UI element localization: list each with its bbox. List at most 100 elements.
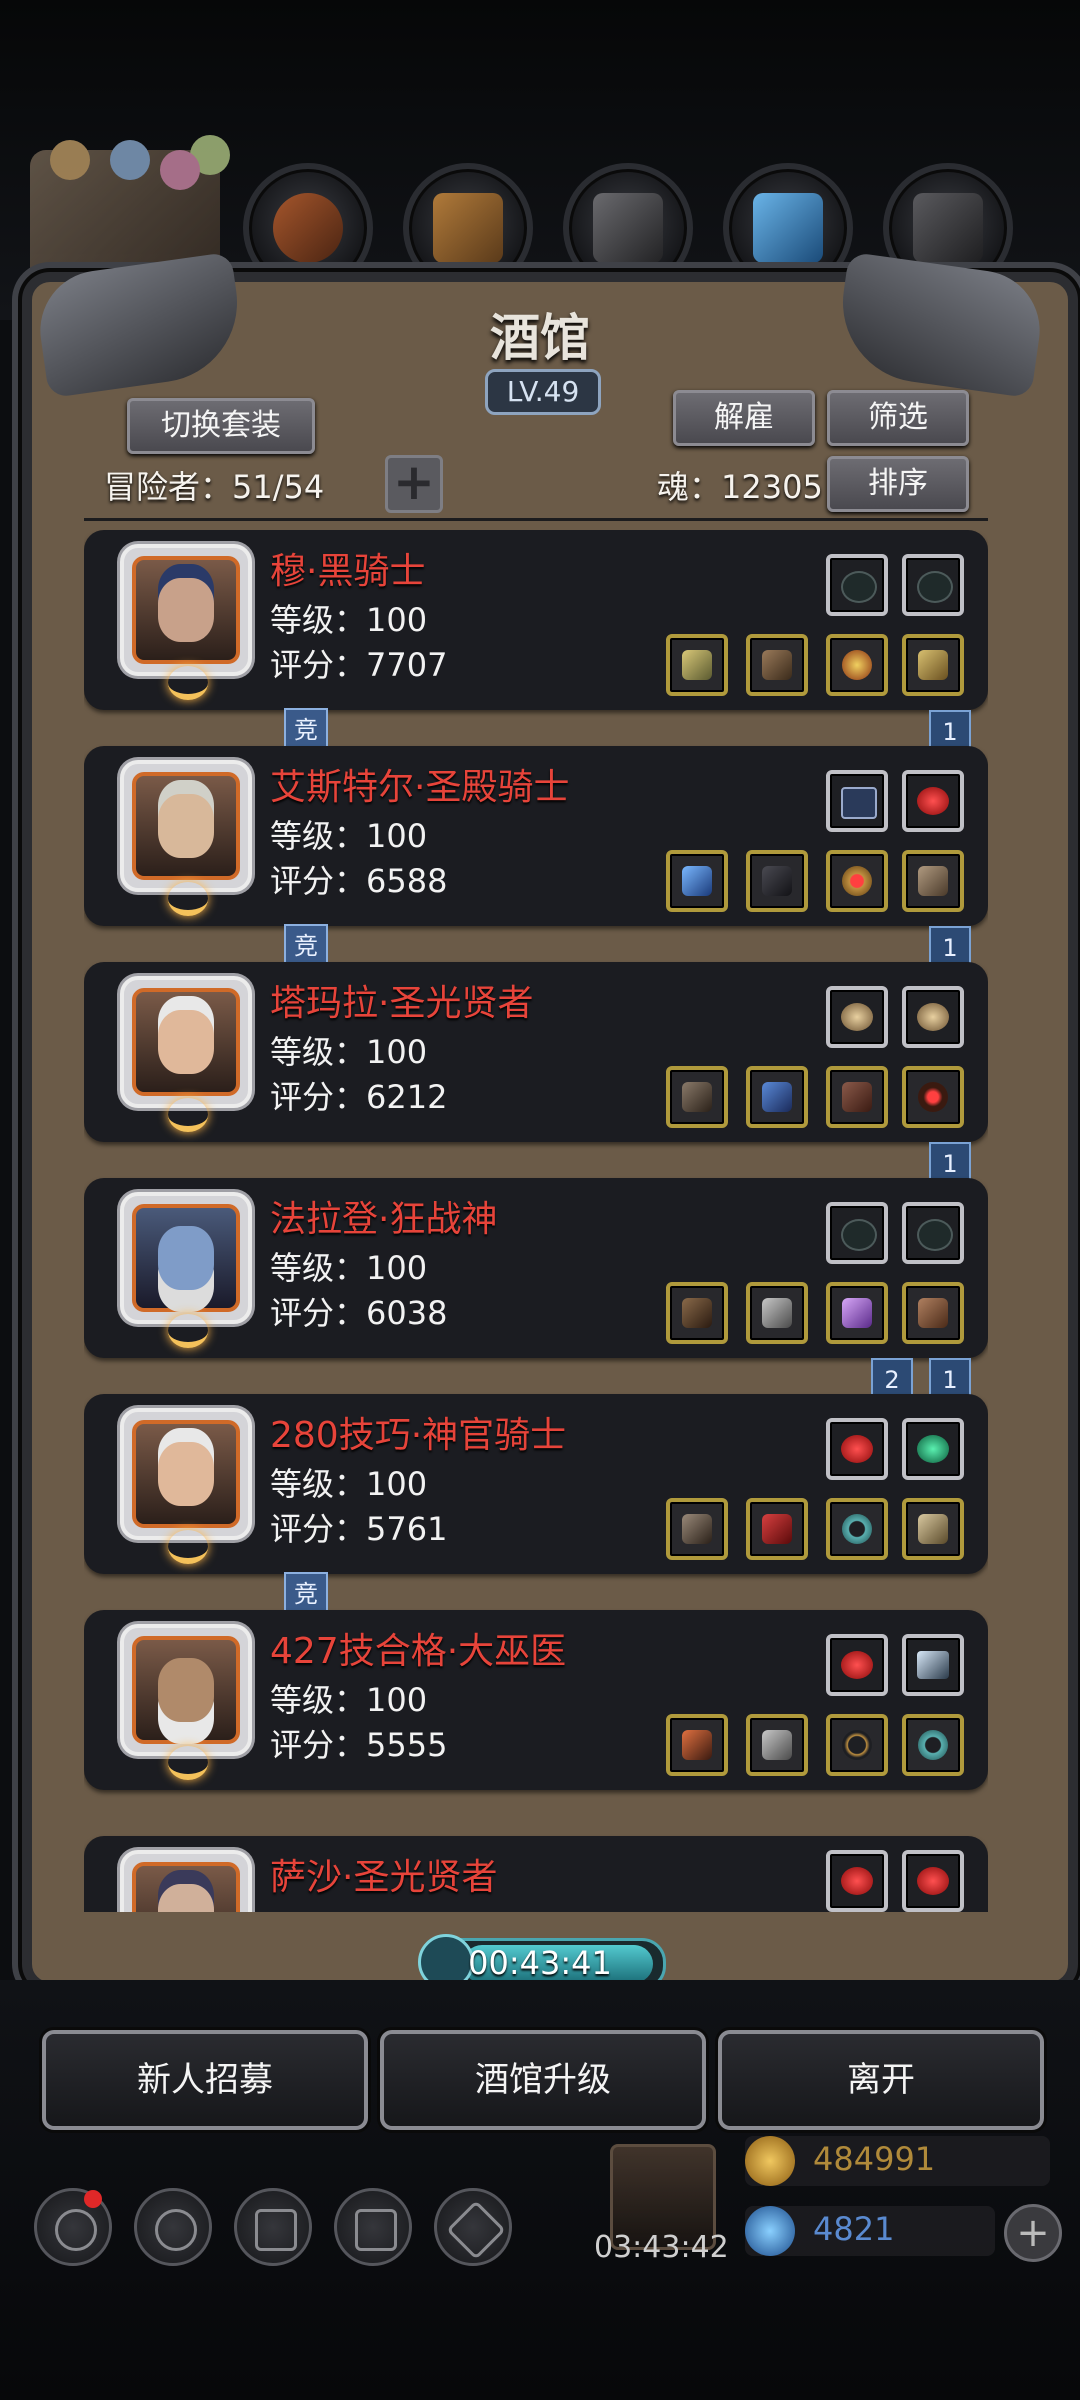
moon-icon xyxy=(168,1098,208,1132)
hero-name: 塔玛拉·圣光贤者 xyxy=(270,983,534,1024)
map-icon[interactable] xyxy=(434,2188,512,2266)
scroll-icon[interactable] xyxy=(902,634,964,696)
gem-value: 4821 xyxy=(813,2210,895,2248)
hero-level: 等级：100 xyxy=(270,1465,428,1503)
filter-button[interactable]: 筛选 xyxy=(827,390,969,446)
accessory-icon[interactable] xyxy=(826,634,888,696)
hero-card[interactable]: 法拉登·狂战神 等级：100 评分：6038 xyxy=(84,1178,988,1358)
hero-portrait[interactable] xyxy=(120,976,252,1132)
gem-slot[interactable] xyxy=(826,1202,888,1264)
moon-icon xyxy=(168,1530,208,1564)
card-slot[interactable] xyxy=(826,770,888,832)
moon-icon xyxy=(168,1314,208,1348)
hero-card[interactable]: 427技合格·大巫医 等级：100 评分：5555 xyxy=(84,1610,988,1790)
soul-count: 魂：12305 xyxy=(657,468,823,506)
hero-score: 评分：5555 xyxy=(270,1726,448,1764)
moon-icon xyxy=(168,1746,208,1780)
hero-name: 法拉登·狂战神 xyxy=(270,1199,498,1240)
hero-list[interactable]: 穆·黑骑士 等级：100 评分：7707 竞 1 艾斯特尔·圣殿骑士 等级：10… xyxy=(84,530,988,1912)
hero-level: 等级：100 xyxy=(270,1681,428,1719)
cloak-icon[interactable] xyxy=(746,1066,808,1128)
hero-card[interactable]: 艾斯特尔·圣殿骑士 等级：100 评分：6588 xyxy=(84,746,988,926)
armor-icon[interactable] xyxy=(746,1714,808,1776)
hero-portrait[interactable] xyxy=(120,1624,252,1780)
ruby-icon[interactable] xyxy=(826,1418,888,1480)
spear-icon[interactable] xyxy=(666,1282,728,1344)
hero-portrait[interactable] xyxy=(120,1850,252,1912)
gift-timer: 03:43:42 xyxy=(594,2230,729,2265)
leave-button[interactable]: 离开 xyxy=(718,2030,1044,2130)
upgrade-tavern-button[interactable]: 酒馆升级 xyxy=(380,2030,706,2130)
hero-card[interactable]: 塔玛拉·圣光贤者 等级：100 评分：6212 xyxy=(84,962,988,1142)
staff-icon[interactable] xyxy=(666,1066,728,1128)
hammer-icon[interactable] xyxy=(666,850,728,912)
hero-portrait[interactable] xyxy=(120,760,252,916)
ring-icon[interactable] xyxy=(826,1498,888,1560)
hero-portrait[interactable] xyxy=(120,1192,252,1348)
compass-icon[interactable] xyxy=(826,986,888,1048)
gem-slot[interactable] xyxy=(826,554,888,616)
hero-score: 评分：5761 xyxy=(270,1510,448,1548)
switch-outfit-button[interactable]: 切换套装 xyxy=(127,398,315,454)
mask-icon[interactable] xyxy=(902,850,964,912)
hero-card[interactable]: 280技巧·神官骑士 等级：100 评分：5761 xyxy=(84,1394,988,1574)
weapon-icon[interactable] xyxy=(666,634,728,696)
emblem-icon[interactable] xyxy=(902,1634,964,1696)
gold-coin-icon xyxy=(745,2136,795,2186)
title-plate: 酒馆 xyxy=(390,280,690,370)
hero-level: 等级：100 xyxy=(270,1033,428,1071)
ruby-icon[interactable] xyxy=(902,1850,964,1912)
hero-name: 萨沙·圣光贤者 xyxy=(270,1857,498,1898)
dismiss-button[interactable]: 解雇 xyxy=(673,390,815,446)
ruby-icon[interactable] xyxy=(826,1634,888,1696)
hero-score: 评分：7707 xyxy=(270,646,448,684)
hero-score: 评分：6588 xyxy=(270,862,448,900)
moon-icon xyxy=(168,882,208,916)
hero-name: 280技巧·神官骑士 xyxy=(270,1415,567,1456)
hero-card[interactable]: 穆·黑骑士 等级：100 评分：7707 xyxy=(84,530,988,710)
gauntlet-icon[interactable] xyxy=(902,1282,964,1344)
gem-counter: 4821 xyxy=(745,2206,995,2256)
necklace-icon[interactable] xyxy=(902,1066,964,1128)
rune-icon[interactable] xyxy=(826,1282,888,1344)
expand-capacity-button[interactable]: + xyxy=(385,455,443,513)
armor-icon[interactable] xyxy=(746,634,808,696)
hero-card[interactable]: 萨沙·圣光贤者 xyxy=(84,1836,988,1912)
gem-slot[interactable] xyxy=(902,554,964,616)
staff-icon[interactable] xyxy=(666,1714,728,1776)
mail-icon[interactable] xyxy=(334,2188,412,2266)
ruby-icon[interactable] xyxy=(902,770,964,832)
adventurer-count: 冒险者：51/54 xyxy=(104,468,325,506)
moon-icon xyxy=(168,666,208,700)
gold-counter: 484991 xyxy=(745,2136,1050,2186)
hero-score: 评分：6038 xyxy=(270,1294,448,1332)
recruit-button[interactable]: 新人招募 xyxy=(42,2030,368,2130)
claw-icon[interactable] xyxy=(902,1498,964,1560)
sort-button[interactable]: 排序 xyxy=(827,456,969,512)
page-title: 酒馆 xyxy=(490,308,590,367)
emerald-icon[interactable] xyxy=(902,1418,964,1480)
hero-portrait[interactable] xyxy=(120,544,252,700)
tavern-level-badge: LV.49 xyxy=(485,369,601,415)
hero-level: 等级：100 xyxy=(270,601,428,639)
hero-name: 427技合格·大巫医 xyxy=(270,1631,567,1672)
necklace-icon[interactable] xyxy=(826,1714,888,1776)
hero-level: 等级：100 xyxy=(270,1249,428,1287)
compass-icon[interactable] xyxy=(902,986,964,1048)
hero-score: 评分：6212 xyxy=(270,1078,448,1116)
gem-slot[interactable] xyxy=(902,1202,964,1264)
rune-icon[interactable] xyxy=(234,2188,312,2266)
boots-icon[interactable] xyxy=(826,1066,888,1128)
robe-icon[interactable] xyxy=(746,1498,808,1560)
hero-portrait[interactable] xyxy=(120,1408,252,1564)
robe-icon[interactable] xyxy=(746,850,808,912)
mace-icon[interactable] xyxy=(666,1498,728,1560)
add-currency-button[interactable]: + xyxy=(1004,2204,1062,2262)
ruby-icon[interactable] xyxy=(826,1850,888,1912)
medal-icon[interactable] xyxy=(134,2188,212,2266)
hero-name: 艾斯特尔·圣殿骑士 xyxy=(270,767,570,808)
header-divider xyxy=(84,518,988,521)
ring-icon[interactable] xyxy=(826,850,888,912)
armor-icon[interactable] xyxy=(746,1282,808,1344)
ring-icon[interactable] xyxy=(902,1714,964,1776)
